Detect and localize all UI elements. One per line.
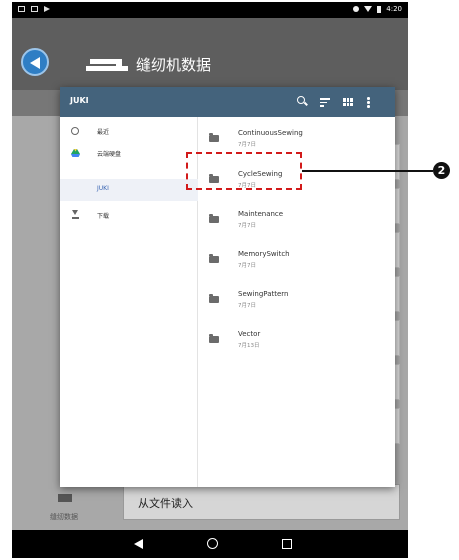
file-date: 7月7日: [238, 303, 256, 309]
file-name: Vector: [238, 330, 261, 338]
drawer-item-label: JUKI: [97, 185, 109, 192]
status-time: 4:20: [386, 5, 402, 13]
list-item[interactable]: Maintenance 7月7日: [199, 204, 395, 244]
drawer-item-juki[interactable]: JUKI: [60, 179, 198, 201]
list-item[interactable]: Vector 7月13日: [199, 324, 395, 364]
drawer-item-label: 云端硬盘: [97, 151, 122, 158]
file-date: 7月7日: [238, 142, 256, 148]
file-name: Maintenance: [238, 210, 284, 218]
file-name: MemorySwitch: [238, 250, 290, 258]
more-vert-icon[interactable]: [367, 97, 370, 109]
drawer-item-recent[interactable]: 最近: [60, 121, 198, 143]
drawer-item-label: 下载: [97, 213, 110, 220]
drawer-item-drive[interactable]: 云端硬盘: [60, 143, 198, 165]
grid-view-icon[interactable]: [343, 98, 353, 106]
folder-icon: [209, 294, 219, 303]
notification-icon: [18, 6, 25, 12]
sewing-data-label: 缝纫数据: [50, 513, 78, 521]
sewing-data-icon[interactable]: [58, 494, 72, 502]
sync-icon: [353, 6, 360, 12]
file-date: 7月7日: [238, 223, 256, 229]
file-name: SewingPattern: [238, 290, 289, 298]
search-icon[interactable]: [297, 96, 305, 104]
callout-badge: 2: [433, 162, 450, 179]
folder-icon: [209, 334, 219, 343]
battery-icon: [377, 5, 382, 13]
folder-icon: [209, 214, 219, 223]
screenshot-icon: [31, 6, 38, 12]
list-item[interactable]: MemorySwitch 7月7日: [199, 244, 395, 284]
read-from-file-label: 从文件读入: [138, 497, 193, 510]
list-item[interactable]: SewingPattern 7月7日: [199, 284, 395, 324]
read-from-file-button[interactable]: 从文件读入: [123, 484, 400, 520]
folder-icon: [209, 133, 219, 142]
navigation-bar: [12, 530, 408, 558]
tablet-screen: 4:20 缝纫机数据 缝纫数据 从文件读入 JUKI 最近 云端硬盘 JUKI …: [12, 2, 408, 558]
nav-recents-icon[interactable]: [282, 539, 292, 549]
clock-icon: [71, 127, 79, 135]
callout-line: [302, 170, 433, 172]
nav-back-icon[interactable]: [134, 539, 143, 549]
folder-icon: [209, 254, 219, 263]
drive-icon: [71, 149, 80, 157]
sort-icon[interactable]: [320, 98, 330, 107]
picker-toolbar: JUKI: [60, 87, 395, 117]
picker-drawer: 最近 云端硬盘 JUKI 下载: [60, 117, 198, 487]
download-icon: [72, 210, 79, 219]
drawer-item-label: 最近: [97, 129, 110, 136]
back-button[interactable]: [21, 48, 49, 76]
file-name: ContinuousSewing: [238, 129, 303, 137]
nav-home-icon[interactable]: [207, 538, 218, 549]
wifi-icon: [364, 6, 373, 12]
play-icon: [44, 6, 50, 12]
sewing-machine-icon: [86, 59, 128, 71]
back-arrow-icon: [30, 57, 40, 69]
file-date: 7月7日: [238, 263, 256, 269]
status-bar: 4:20: [12, 2, 408, 18]
highlight-box: [186, 152, 302, 190]
app-header: 缝纫机数据: [12, 18, 408, 90]
drawer-item-downloads[interactable]: 下载: [60, 205, 198, 227]
file-date: 7月13日: [238, 343, 260, 349]
file-picker-dialog: JUKI 最近 云端硬盘 JUKI 下载 ContinuousSewing 7月…: [60, 87, 395, 487]
page-title: 缝纫机数据: [136, 56, 212, 74]
picker-title: JUKI: [70, 96, 89, 105]
